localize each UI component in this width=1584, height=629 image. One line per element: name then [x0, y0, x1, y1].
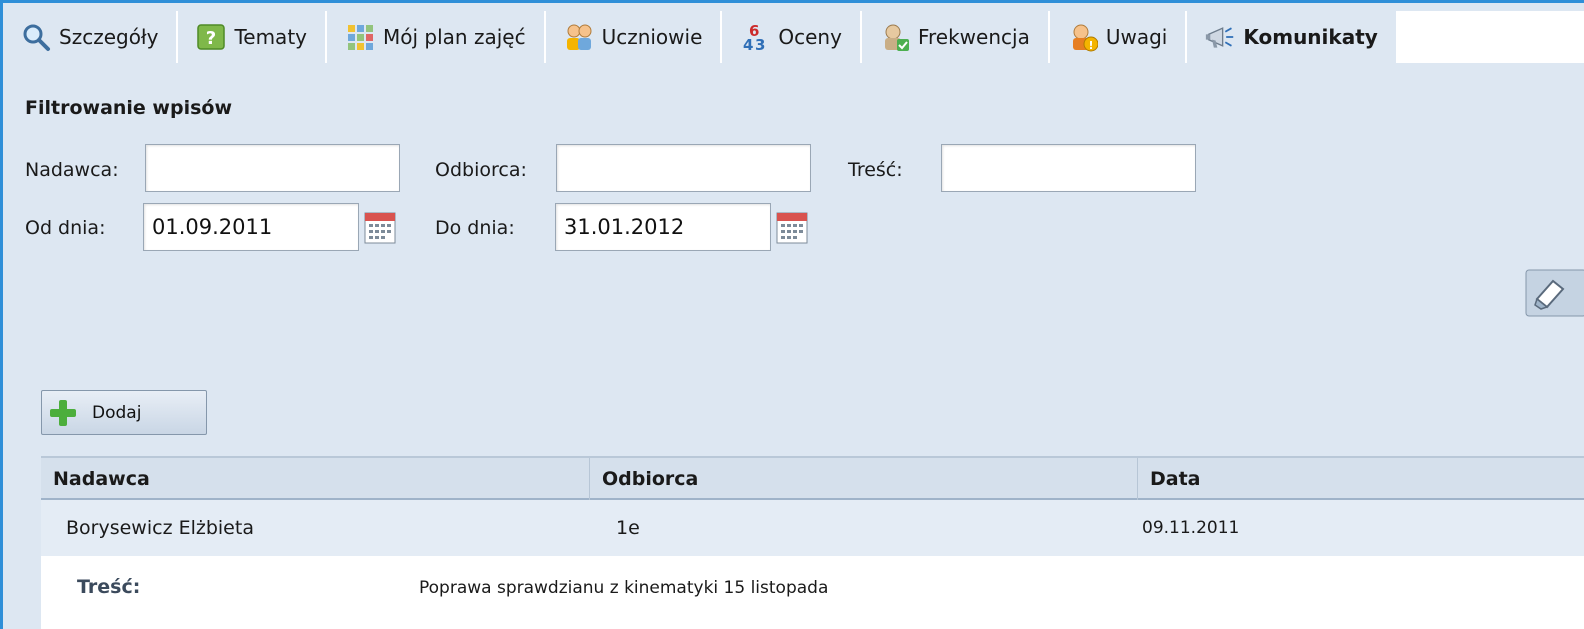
table-row[interactable]: Borysewicz Elżbieta 1e 09.11.2011: [41, 500, 1584, 556]
add-button-label: Dodaj: [92, 402, 142, 423]
question-book-icon: ?: [196, 22, 226, 52]
students-icon: [564, 22, 594, 52]
svg-text:?: ?: [206, 28, 216, 49]
row-date: 09.11.2011: [1142, 518, 1240, 538]
schedule-grid-icon: [345, 22, 375, 52]
tab-label: Oceny: [778, 25, 842, 49]
tab-label: Uwagi: [1105, 25, 1168, 49]
remarks-icon: !: [1068, 22, 1098, 52]
content-field[interactable]: [941, 144, 1196, 192]
svg-text:3: 3: [755, 36, 765, 52]
tab-oceny[interactable]: 6 4 3 Oceny: [722, 11, 862, 63]
table-header: Nadawca Odbiorca Data: [41, 456, 1584, 500]
filter-title: Filtrowanie wpisów: [25, 97, 233, 119]
magnifier-icon: [21, 22, 51, 52]
recipient-field[interactable]: [556, 144, 811, 192]
messages-table: Nadawca Odbiorca Data Borysewicz Elżbiet…: [41, 456, 1584, 629]
tab-label: Frekwencja: [917, 25, 1030, 49]
tab-frekwencja[interactable]: Frekwencja: [862, 11, 1050, 63]
column-header-date[interactable]: Data: [1137, 458, 1584, 500]
eraser-icon: [1525, 269, 1584, 317]
tab-label: Komunikaty: [1243, 25, 1378, 49]
tab-bar: Szczegóły ? Tematy Mój plan zajęć Ucznio…: [3, 11, 1584, 63]
tab-label: Mój plan zajęć: [383, 25, 526, 49]
megaphone-icon: [1205, 22, 1235, 52]
column-header-sender[interactable]: Nadawca: [41, 458, 589, 500]
to-date-field[interactable]: [555, 203, 771, 251]
sender-field[interactable]: [145, 144, 400, 192]
detail-content-label: Treść:: [77, 576, 141, 598]
row-detail: Treść: Poprawa sprawdzianu z kinematyki …: [41, 556, 1584, 629]
svg-text:4: 4: [743, 36, 753, 52]
tab-label: Uczniowie: [601, 25, 703, 49]
tab-tematy[interactable]: ? Tematy: [178, 11, 327, 63]
content-label: Treść:: [848, 159, 903, 181]
tab-szczegoly[interactable]: Szczegóły: [3, 11, 179, 63]
row-recipient: 1e: [616, 517, 640, 539]
attendance-icon: [880, 22, 910, 52]
from-date-field[interactable]: [143, 203, 359, 251]
tab-uczniowie[interactable]: Uczniowie: [546, 11, 723, 63]
detail-content-value: Poprawa sprawdzianu z kinematyki 15 list…: [419, 578, 829, 598]
recipient-label: Odbiorca:: [435, 159, 527, 181]
svg-text:!: !: [1088, 39, 1093, 52]
add-button[interactable]: Dodaj: [41, 390, 207, 435]
calendar-icon: [776, 212, 808, 244]
tab-moj-plan-zajec[interactable]: Mój plan zajęć: [327, 11, 546, 63]
tab-label: Tematy: [234, 25, 307, 49]
app-frame: Szczegóły ? Tematy Mój plan zajęć Ucznio…: [0, 0, 1584, 629]
column-header-recipient[interactable]: Odbiorca: [589, 458, 1137, 500]
tab-bar-filler: [1397, 11, 1584, 63]
to-date-label: Do dnia:: [435, 217, 515, 239]
to-calendar-button[interactable]: [776, 210, 808, 244]
tab-komunikaty[interactable]: Komunikaty: [1187, 11, 1398, 63]
tab-uwagi[interactable]: ! Uwagi: [1050, 11, 1188, 63]
sender-label: Nadawca:: [25, 159, 119, 181]
grades-icon: 6 4 3: [740, 22, 770, 52]
from-date-label: Od dnia:: [25, 217, 106, 239]
clear-filter-button[interactable]: [1525, 269, 1584, 317]
calendar-icon: [364, 212, 396, 244]
row-sender: Borysewicz Elżbieta: [66, 517, 254, 539]
from-calendar-button[interactable]: [364, 210, 396, 244]
tab-label: Szczegóły: [59, 25, 159, 49]
plus-icon: [50, 399, 76, 426]
